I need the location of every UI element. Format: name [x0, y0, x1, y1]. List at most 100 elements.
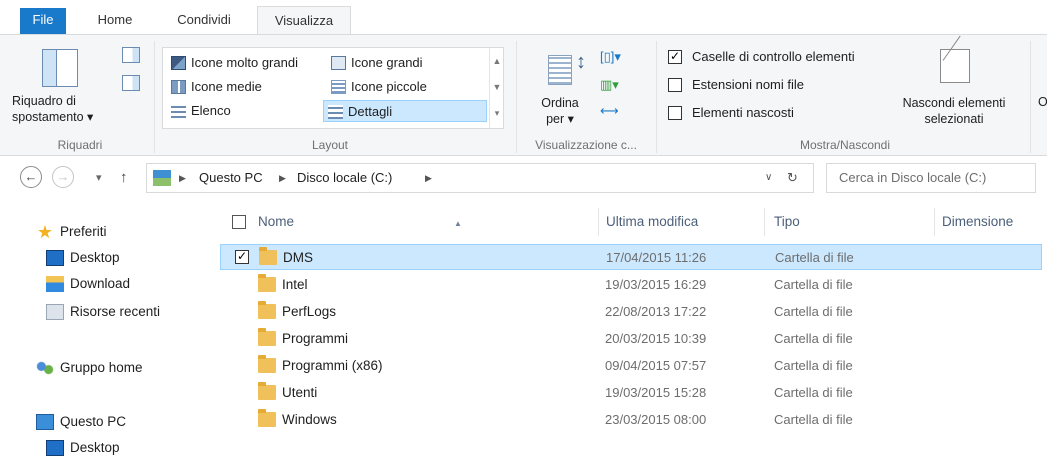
hide-selected-icon	[940, 49, 970, 83]
hide-selected-label-2: selezionati	[924, 112, 984, 126]
download-folder-icon	[46, 276, 64, 292]
extra-large-icons-icon	[171, 56, 186, 70]
column-divider[interactable]	[934, 208, 935, 236]
row-checkbox[interactable]: ✓	[235, 250, 249, 264]
nav-recent-places[interactable]: Risorse recenti	[46, 300, 160, 324]
chevron-down-icon: ▾	[96, 172, 102, 184]
nav-item-label: Questo PC	[60, 414, 127, 429]
select-all-checkbox[interactable]	[232, 215, 246, 229]
file-modified: 23/03/2015 08:00	[605, 412, 707, 427]
table-row[interactable]: PerfLogs 22/08/2013 17:22 Cartella di fi…	[220, 299, 1042, 325]
group-label-layout: Layout	[311, 138, 349, 152]
preview-pane-icon[interactable]	[122, 47, 140, 63]
hidden-items-toggle[interactable]: Elementi nascosti	[668, 103, 794, 123]
file-name: Programmi (x86)	[282, 358, 383, 373]
checkbox-label: Elementi nascosti	[692, 105, 794, 120]
refresh-icon: ↻	[787, 170, 798, 185]
add-columns-icon[interactable]: ▥▾	[600, 75, 626, 95]
column-header-size[interactable]: Dimensione	[942, 208, 1013, 236]
table-row[interactable]: ✓ DMS 17/04/2015 11:26 Cartella di file	[220, 244, 1042, 270]
breadcrumb-separator-icon[interactable]: ▶	[179, 164, 186, 192]
breadcrumb-this-pc[interactable]: Questo PC	[199, 164, 263, 192]
back-button[interactable]: ←	[20, 166, 42, 188]
details-icon	[328, 105, 343, 119]
folder-icon	[258, 355, 276, 373]
layout-extra-large-icons[interactable]: Icone molto grandi	[167, 52, 298, 74]
file-name: DMS	[283, 250, 313, 265]
layout-list[interactable]: Elenco	[167, 100, 231, 122]
group-label-show-hide: Mostra/Nascondi	[799, 138, 891, 152]
folder-icon	[258, 328, 276, 346]
column-header-type[interactable]: Tipo	[774, 208, 800, 236]
back-arrow-icon: ←	[24, 169, 38, 184]
nav-favorites[interactable]: ★ Preferiti	[36, 220, 107, 244]
table-row[interactable]: Windows 23/03/2015 08:00 Cartella di fil…	[220, 407, 1042, 433]
address-box[interactable]: ▶ Questo PC ▶ Disco locale (C:) ▶ ∨ ↻	[146, 163, 814, 193]
up-button[interactable]: ↑	[120, 166, 128, 190]
size-columns-icon[interactable]: ⟷	[600, 101, 626, 121]
options-button-cutoff[interactable]: O	[1038, 95, 1047, 109]
checkbox-checked-icon: ✓	[668, 49, 682, 64]
recent-locations-dropdown[interactable]: ▾	[96, 166, 102, 190]
nav-item-label: Preferiti	[60, 224, 107, 239]
layout-small-icons[interactable]: Icone piccole	[327, 76, 427, 98]
file-type: Cartella di file	[774, 358, 853, 373]
details-pane-icon[interactable]	[122, 75, 140, 91]
file-type: Cartella di file	[774, 385, 853, 400]
group-label-panes: Riquadri	[57, 138, 103, 152]
layout-details[interactable]: Dettagli	[323, 100, 487, 122]
breadcrumb-local-disk[interactable]: Disco locale (C:)	[297, 164, 392, 192]
column-header-name[interactable]: Nome ▲	[258, 208, 598, 236]
group-by-icon[interactable]: [▯]▾	[600, 47, 626, 67]
navigation-pane: ★ Preferiti Desktop Download Risorse rec…	[0, 200, 212, 456]
table-row[interactable]: Programmi (x86) 09/04/2015 07:57 Cartell…	[220, 353, 1042, 379]
ribbon: Riquadro di spostamento ▾ Riquadri Icone…	[0, 34, 1047, 156]
file-type: Cartella di file	[775, 250, 854, 265]
gallery-scroll[interactable]: ▲ ▼ ▾	[489, 48, 504, 128]
list-icon	[171, 104, 186, 118]
nav-desktop[interactable]: Desktop	[46, 246, 120, 270]
nav-item-label: Desktop	[70, 440, 120, 455]
sort-arrow-icon: ↕	[576, 51, 586, 73]
file-type: Cartella di file	[774, 304, 853, 319]
tab-share[interactable]: Condividi	[162, 8, 246, 34]
ribbon-separator	[1030, 41, 1031, 153]
file-extensions-toggle[interactable]: Estensioni nomi file	[668, 75, 804, 95]
tab-home[interactable]: Home	[80, 8, 150, 34]
layout-medium-icons[interactable]: Icone medie	[167, 76, 262, 98]
nav-download[interactable]: Download	[46, 272, 130, 296]
desktop-icon	[46, 250, 64, 266]
column-divider[interactable]	[764, 208, 765, 236]
file-modified: 20/03/2015 10:39	[605, 331, 707, 346]
nav-this-pc-desktop[interactable]: Desktop	[46, 436, 120, 456]
sort-by-icon	[548, 55, 572, 85]
address-history-dropdown[interactable]: ∨	[765, 164, 772, 192]
star-icon: ★	[36, 222, 54, 242]
column-header-modified[interactable]: Ultima modifica	[606, 208, 698, 236]
nav-item-label: Gruppo home	[60, 360, 143, 375]
refresh-button[interactable]: ↻	[787, 164, 798, 192]
forward-button[interactable]: →	[52, 166, 74, 188]
tab-view[interactable]: Visualizza	[257, 6, 351, 35]
tab-file[interactable]: File	[20, 8, 66, 34]
layout-large-icons[interactable]: Icone grandi	[327, 52, 423, 74]
breadcrumb-separator-icon[interactable]: ▶	[425, 164, 432, 192]
ribbon-separator	[656, 41, 657, 153]
search-input[interactable]: Cerca in Disco locale (C:)	[826, 163, 1036, 193]
ribbon-separator	[154, 41, 155, 153]
table-row[interactable]: Intel 19/03/2015 16:29 Cartella di file	[220, 272, 1042, 298]
table-row[interactable]: Programmi 20/03/2015 10:39 Cartella di f…	[220, 326, 1042, 352]
forward-arrow-icon: →	[56, 169, 70, 184]
file-name: PerfLogs	[282, 304, 337, 319]
nav-homegroup[interactable]: Gruppo home	[36, 356, 143, 380]
breadcrumb-separator-icon[interactable]: ▶	[279, 164, 286, 192]
folder-icon	[258, 274, 276, 292]
item-checkboxes-toggle[interactable]: ✓ Caselle di controllo elementi	[668, 47, 855, 67]
folder-icon	[258, 382, 276, 400]
recent-places-icon	[46, 304, 64, 320]
nav-this-pc[interactable]: Questo PC	[36, 410, 126, 434]
layout-gallery: Icone molto grandi Icone grandi Icone me…	[162, 47, 504, 129]
ribbon-tab-bar: File Home Condividi Visualizza	[0, 0, 1047, 35]
table-row[interactable]: Utenti 19/03/2015 15:28 Cartella di file	[220, 380, 1042, 406]
column-divider[interactable]	[598, 208, 599, 236]
